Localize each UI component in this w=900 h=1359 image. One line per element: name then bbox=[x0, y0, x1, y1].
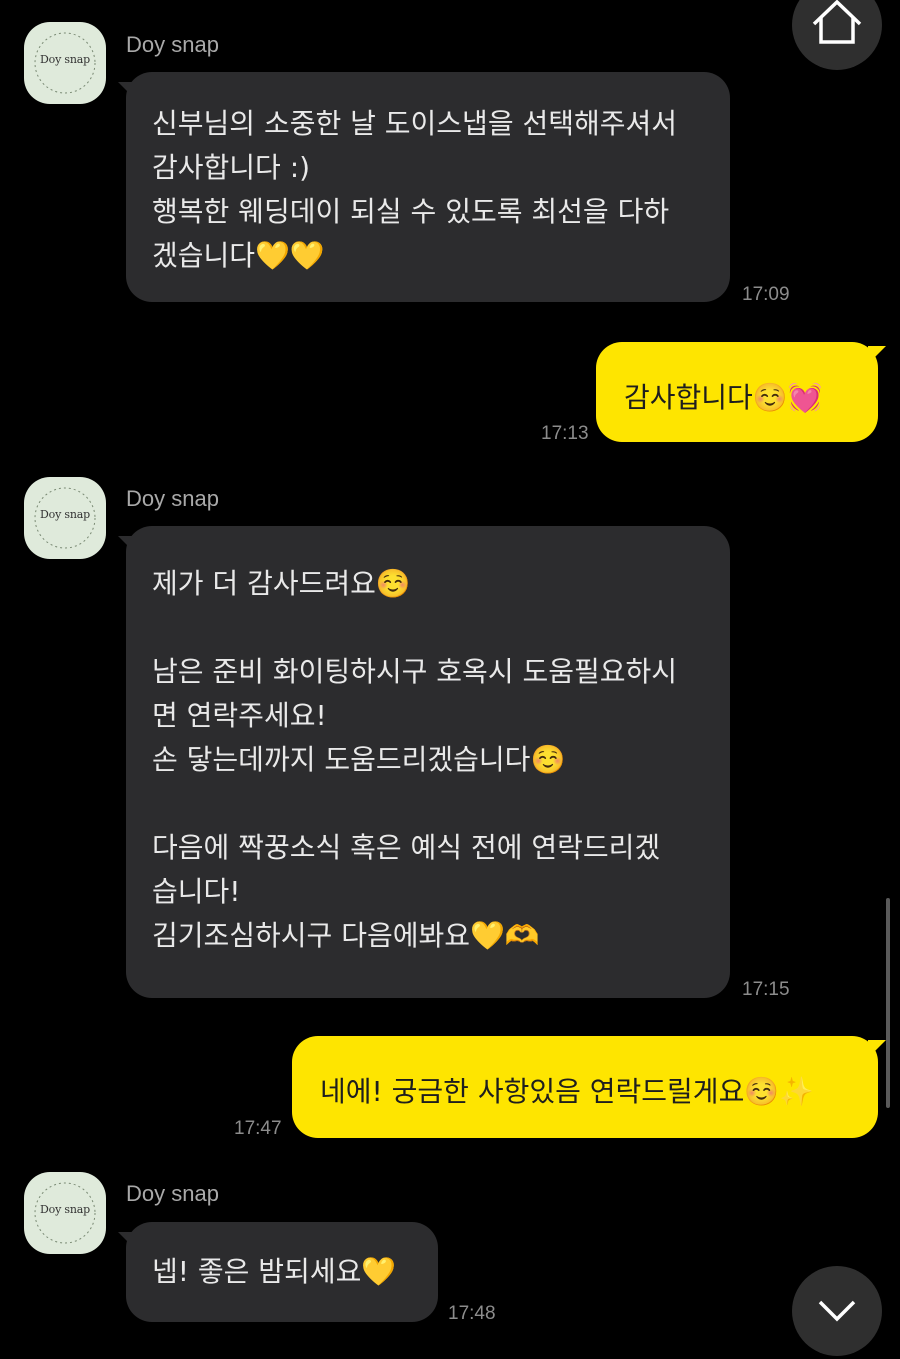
message-time: 17:48 bbox=[448, 1303, 496, 1324]
scrollbar[interactable] bbox=[886, 898, 890, 1108]
message-time: 17:47 bbox=[234, 1118, 282, 1139]
message-bubble-incoming[interactable]: 넵! 좋은 밤되세요💛 bbox=[126, 1222, 438, 1322]
chat-screen: Doy snap Doy snap 신부님의 소중한 날 도이스냅을 선택해주셔… bbox=[0, 0, 900, 1359]
avatar-logo-text: Doy snap bbox=[40, 508, 90, 521]
message-time: 17:13 bbox=[541, 423, 589, 444]
sender-name: Doy snap bbox=[126, 32, 219, 57]
home-icon bbox=[812, 0, 862, 44]
chevron-down-icon bbox=[818, 1300, 856, 1322]
message-bubble-incoming[interactable]: 신부님의 소중한 날 도이스냅을 선택해주셔서 감사합니다 :) 행복한 웨딩데… bbox=[126, 72, 730, 302]
message-bubble-outgoing[interactable]: 감사합니다☺️💓 bbox=[596, 342, 878, 442]
scroll-down-button[interactable] bbox=[792, 1266, 882, 1356]
avatar-logo-text: Doy snap bbox=[40, 53, 90, 66]
sender-name: Doy snap bbox=[126, 486, 219, 511]
message-time: 17:09 bbox=[742, 284, 790, 305]
home-button[interactable] bbox=[792, 0, 882, 70]
avatar[interactable]: Doy snap bbox=[24, 477, 106, 559]
avatar[interactable]: Doy snap bbox=[24, 1172, 106, 1254]
message-bubble-incoming[interactable]: 제가 더 감사드려요☺️ 남은 준비 화이팅하시구 호옥시 도움필요하시 면 연… bbox=[126, 526, 730, 998]
avatar-logo-text: Doy snap bbox=[40, 1203, 90, 1216]
message-time: 17:15 bbox=[742, 979, 790, 1000]
message-bubble-outgoing[interactable]: 네에! 궁금한 사항있음 연락드릴게요☺️✨ bbox=[292, 1036, 878, 1138]
sender-name: Doy snap bbox=[126, 1181, 219, 1206]
avatar[interactable]: Doy snap bbox=[24, 22, 106, 104]
